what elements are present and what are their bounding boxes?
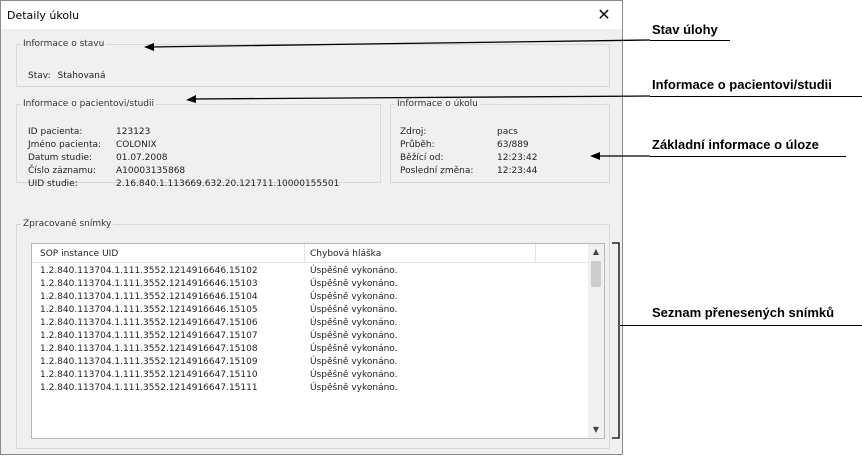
status-arrow-line (149, 39, 651, 48)
status-arrowhead (144, 43, 154, 51)
task-arrowhead (590, 152, 600, 160)
patient-arrowhead (186, 95, 196, 103)
patient-arrow-line (191, 95, 651, 100)
annotation-arrows (144, 39, 651, 439)
images-bracket (612, 242, 620, 439)
